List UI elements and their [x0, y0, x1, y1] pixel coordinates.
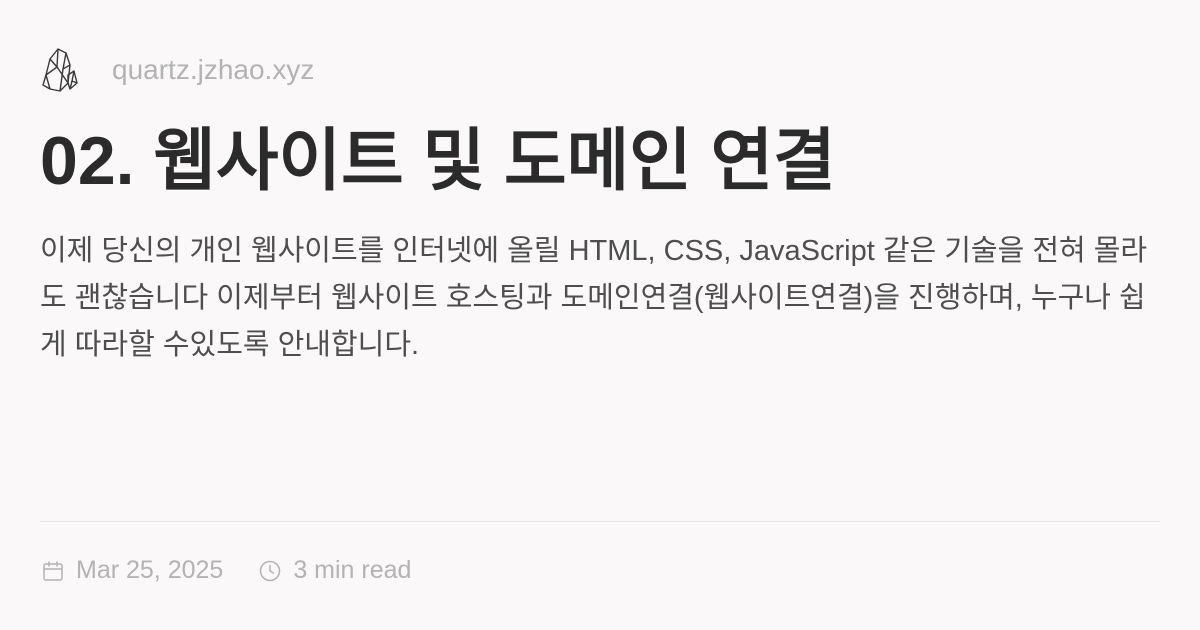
publish-date-text: Mar 25, 2025	[76, 556, 224, 584]
quartz-crystal-icon	[40, 42, 96, 98]
site-header: quartz.jzhao.xyz	[40, 40, 1160, 100]
clock-icon	[257, 558, 283, 584]
reading-time: 3 min read	[257, 556, 411, 585]
publish-date: Mar 25, 2025	[40, 556, 223, 585]
article-meta: Mar 25, 2025 3 min read	[40, 556, 411, 585]
og-card: quartz.jzhao.xyz 02. 웹사이트 및 도메인 연결 이제 당신…	[0, 0, 1200, 630]
article-description: 이제 당신의 개인 웹사이트를 인터넷에 올릴 HTML, CSS, JavaS…	[40, 235, 1148, 362]
calendar-icon	[40, 558, 66, 584]
divider	[40, 521, 1160, 522]
article-title: 02. 웹사이트 및 도메인 연결	[40, 123, 836, 199]
site-name: quartz.jzhao.xyz	[112, 54, 315, 85]
reading-time-text: 3 min read	[293, 556, 412, 584]
